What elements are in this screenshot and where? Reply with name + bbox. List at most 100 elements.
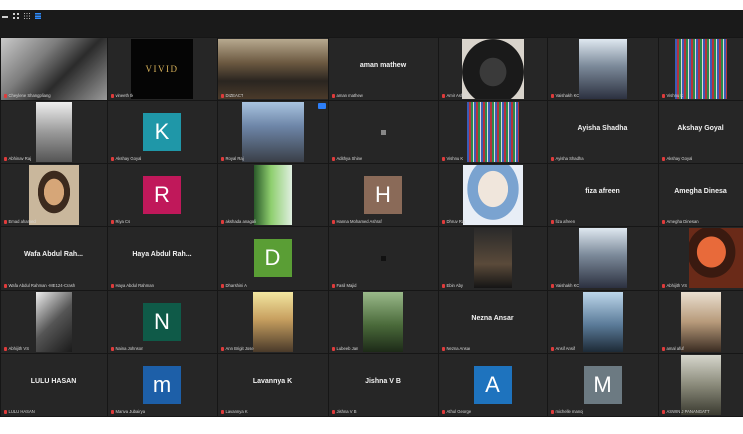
participant-tile[interactable]: Vishnu K	[438, 100, 547, 164]
participant-tile[interactable]: akshada anagali	[217, 164, 328, 227]
participant-name: Akshay Goyal	[666, 156, 693, 162]
participant-tile[interactable]: Abhijith VS	[658, 227, 743, 290]
participant-tile[interactable]: Mmichelle manoj	[547, 354, 658, 417]
muted-mic-icon	[220, 93, 224, 98]
participant-display-name: Nezna Ansar	[471, 314, 514, 322]
participant-tile[interactable]: Ebin Aby	[438, 227, 547, 290]
participant-tile[interactable]: Amir Ashraf	[438, 37, 547, 100]
participant-tile[interactable]: Ansif Ansif	[547, 290, 658, 354]
view-switcher	[2, 13, 41, 19]
participant-name: DIZEACT	[225, 92, 244, 98]
participant-name-label: Vaishakh KC	[550, 283, 579, 289]
participant-name-label: Wafa Abdul Rahman -ME124-Crash	[3, 283, 75, 289]
participant-tile[interactable]: aman mathew aman mathew	[328, 37, 438, 100]
participant-name: Ansif Ansif	[555, 346, 576, 352]
minimize-icon[interactable]	[2, 16, 8, 18]
participant-name: Abhijith VS	[8, 346, 29, 352]
participant-tile[interactable]: Ann Brigit Jose	[217, 290, 328, 354]
participant-video	[578, 38, 627, 99]
participant-name: Ann Brigit Jose	[225, 346, 254, 352]
muted-mic-icon	[661, 283, 665, 288]
participant-tile[interactable]: m Manva Jubairya	[107, 354, 217, 417]
participant-video	[462, 165, 523, 226]
participant-tile[interactable]: Vaishakh KC	[547, 227, 658, 290]
participant-tile[interactable]: Jishna V B Jishna V B	[328, 354, 438, 417]
participant-name: amal afuf	[666, 346, 684, 352]
participant-name-label: Lubeeb Jan	[331, 346, 358, 352]
participant-name-label: Vishnu K	[441, 156, 463, 162]
participant-tile[interactable]: H Hanna Mohamed Ashraf	[328, 164, 438, 227]
meeting-window: Cheylene Shangpliang VIVID vineeth tk DIZEA…	[0, 0, 743, 434]
muted-mic-icon	[661, 220, 665, 225]
participant-name: akshada anagali	[225, 219, 257, 225]
participant-tile[interactable]: Cheylene Shangpliang	[0, 37, 107, 100]
participant-tile[interactable]: amal afuf	[658, 290, 743, 354]
muted-mic-icon	[441, 283, 445, 288]
participant-name: Abhijith VS	[666, 282, 687, 288]
participant-tile[interactable]: Adithya Shine	[328, 100, 438, 164]
participant-tile[interactable]: R Riya Cs	[107, 164, 217, 227]
muted-mic-icon	[441, 410, 445, 415]
participant-tile[interactable]: A Athul George	[438, 354, 547, 417]
grid-large-icon[interactable]	[35, 13, 41, 19]
muted-mic-icon	[110, 93, 114, 98]
participant-video	[582, 291, 623, 352]
participant-tile[interactable]: Ayisha Shadha Ayisha Shadha	[547, 100, 658, 164]
participant-name: Naina Johnson	[115, 346, 144, 352]
participant-tile[interactable]: N Naina Johnson	[107, 290, 217, 354]
participant-tile[interactable]: K Akshay Goyal	[107, 100, 217, 164]
participant-video	[35, 101, 72, 162]
bottom-bar	[0, 417, 743, 434]
participant-tile[interactable]: LULU HASAN LULU HASAN	[0, 354, 107, 417]
participant-tile[interactable]: Abhinav Raj	[0, 100, 107, 164]
participant-tile[interactable]: Amegha Dinesa Amegha Dinesan	[658, 164, 743, 227]
share-badge-icon	[317, 102, 326, 109]
participant-name-label: fiza afreen	[550, 219, 575, 225]
participant-display-name: fiza afreen	[585, 188, 620, 196]
muted-mic-icon	[550, 283, 554, 288]
participant-tile[interactable]: fiza afreen fiza afreen	[547, 164, 658, 227]
participant-tile[interactable]: Vaishakh KC	[547, 37, 658, 100]
avatar: D	[253, 239, 292, 278]
muted-mic-icon	[220, 220, 224, 225]
participant-tile[interactable]: D Dharshini A	[217, 227, 328, 290]
participant-tile[interactable]: VIVID vineeth tk	[107, 37, 217, 100]
participant-tile[interactable]: Abhijith VS	[0, 290, 107, 354]
participant-name-label: Royal Raj	[220, 156, 244, 162]
participant-tile[interactable]: Fasil Majid	[328, 227, 438, 290]
participant-tile[interactable]: Dhruv Raj	[438, 164, 547, 227]
participant-name-label: Hanna Mohamed Ashraf	[331, 219, 382, 225]
participant-name-label: Dharshini A	[220, 283, 247, 289]
participant-tile[interactable]: Haya Abdul Rah... Haya Abdul Rahman	[107, 227, 217, 290]
participant-tile[interactable]: Emad ahamed	[0, 164, 107, 227]
participant-tile[interactable]: Royal Raj	[217, 100, 328, 164]
muted-mic-icon	[550, 157, 554, 162]
participant-name: Athul George	[446, 409, 472, 415]
participant-name-label: Akshay Goyal	[110, 156, 141, 162]
participant-tile[interactable]: Akshay Goyal Akshay Goyal	[658, 100, 743, 164]
participant-tile[interactable]: Wafa Abdul Rah... Wafa Abdul Rahman -ME12…	[0, 227, 107, 290]
avatar: H	[364, 176, 402, 215]
participant-gallery: Cheylene Shangpliang VIVID vineeth tk DIZEA…	[0, 37, 743, 417]
participant-name-label: Jishna V B	[331, 409, 357, 415]
muted-mic-icon	[3, 283, 7, 288]
participant-tile[interactable]: Lubeeb Jan	[328, 290, 438, 354]
grid-small-icon[interactable]	[13, 13, 19, 19]
participant-tile[interactable]: Lavannya K Lavannya K	[217, 354, 328, 417]
participant-name-label: Naina Johnson	[110, 346, 144, 352]
muted-mic-icon	[550, 410, 554, 415]
participant-video	[578, 228, 627, 289]
participant-tile[interactable]: ASWIN J PANANGATT	[658, 354, 743, 417]
participant-video	[680, 355, 721, 416]
participant-name: Manva Jubairya	[115, 409, 146, 415]
grid-medium-icon[interactable]	[24, 13, 30, 19]
participant-tile[interactable]: DIZEACT	[217, 37, 328, 100]
participant-tile[interactable]: Vishnu K	[658, 37, 743, 100]
muted-mic-icon	[441, 157, 445, 162]
participant-name-label: aman mathew	[331, 93, 363, 99]
participant-display-name: Ayisha Shadha	[577, 124, 628, 132]
participant-name-label: Manva Jubairya	[110, 409, 146, 415]
avatar: A	[473, 366, 512, 405]
participant-name-label: Abhinav Raj	[3, 156, 31, 162]
participant-tile[interactable]: Nezna Ansar Nezna Ansar	[438, 290, 547, 354]
